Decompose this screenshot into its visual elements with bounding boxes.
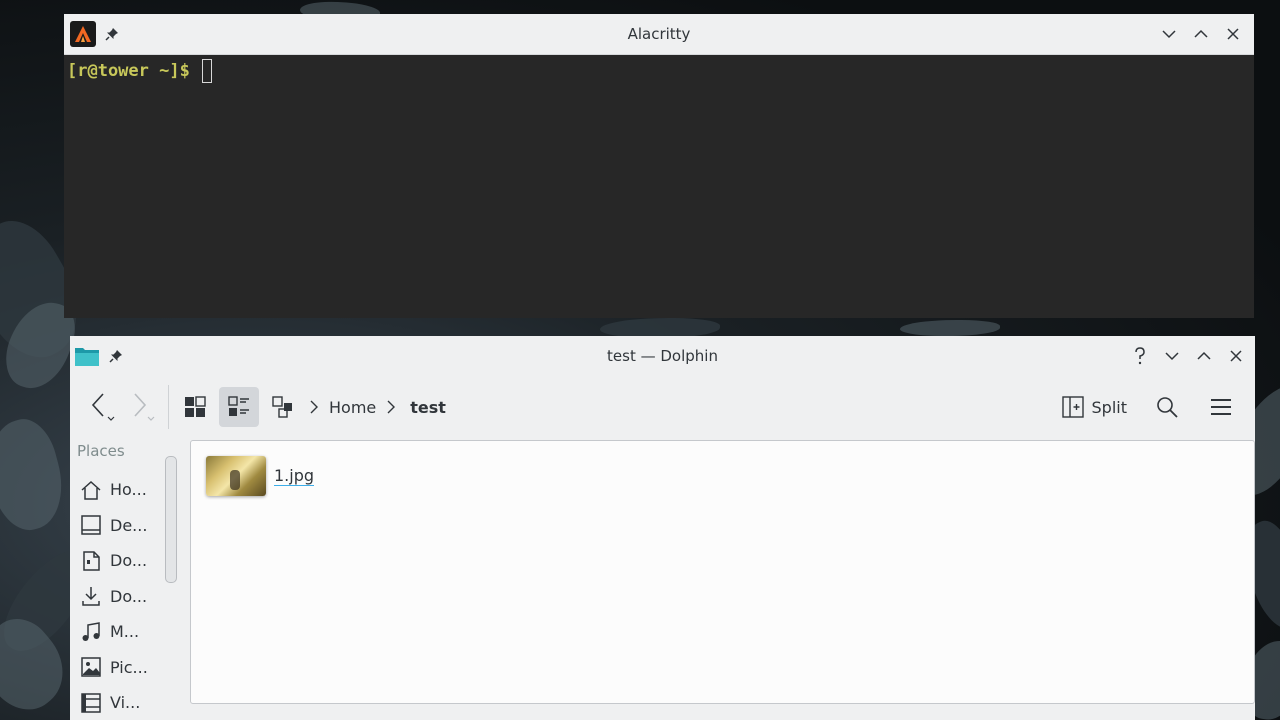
window-title: Alacritty: [627, 25, 691, 43]
hamburger-menu-icon: [1211, 399, 1231, 415]
terminal-area[interactable]: [r@tower ~]$: [64, 55, 1254, 87]
place-music[interactable]: M...: [70, 614, 180, 650]
place-downloads[interactable]: Do...: [70, 579, 180, 615]
videos-icon: [81, 693, 101, 713]
chevron-right-icon: [303, 399, 325, 415]
search-icon: [1157, 397, 1178, 418]
places-scrollbar[interactable]: [165, 456, 177, 583]
grid-view-icon: [185, 396, 206, 417]
place-desktop[interactable]: De...: [70, 508, 180, 544]
split-label: Split: [1091, 397, 1127, 417]
tree-view-icon: [272, 396, 292, 418]
desktop-icon: [81, 515, 101, 535]
arrow-right-icon: [134, 393, 155, 421]
alacritty-titlebar[interactable]: Alacritty: [64, 14, 1254, 55]
chevron-right-icon: [380, 399, 402, 415]
pictures-icon: [81, 657, 101, 677]
music-icon: [82, 621, 100, 641]
back-button[interactable]: [82, 387, 122, 427]
close-icon: [1227, 28, 1239, 40]
place-home[interactable]: Ho...: [70, 472, 180, 508]
menu-button[interactable]: [1201, 387, 1241, 427]
folder-app-icon[interactable]: [74, 343, 100, 369]
split-view-icon: [1061, 396, 1084, 418]
dolphin-window[interactable]: test — Dolphin Home test Split Places Ho…: [70, 336, 1255, 720]
help-button[interactable]: [1127, 343, 1153, 369]
home-icon: [81, 480, 101, 500]
places-title: Places: [77, 442, 125, 460]
place-videos[interactable]: Vi...: [70, 685, 180, 720]
breadcrumb-home[interactable]: Home: [325, 398, 380, 417]
close-button[interactable]: [1220, 21, 1246, 47]
chevron-up-icon: [1194, 29, 1208, 38]
details-view-button[interactable]: [263, 387, 303, 427]
main-toolbar: Home test Split: [70, 376, 1255, 438]
pin-icon[interactable]: [104, 26, 120, 42]
shell-prompt: [r@tower ~]$: [67, 61, 190, 81]
toolbar-separator: [168, 385, 169, 429]
chevron-down-icon: [1165, 352, 1179, 361]
file-name: 1.jpg: [274, 465, 315, 486]
alacritty-app-icon[interactable]: [70, 21, 96, 47]
file-item[interactable]: 1.jpg: [206, 456, 315, 496]
downloads-icon: [82, 587, 100, 606]
split-button[interactable]: Split: [1056, 392, 1133, 422]
maximize-button[interactable]: [1188, 21, 1214, 47]
pin-icon[interactable]: [108, 348, 124, 364]
close-icon: [1230, 350, 1242, 362]
chevron-down-icon: [1162, 30, 1176, 39]
image-thumbnail: [206, 456, 266, 496]
place-pictures[interactable]: Pic...: [70, 650, 180, 686]
arrow-left-icon: [91, 393, 115, 421]
chevron-up-icon: [1197, 351, 1211, 360]
terminal-cursor: [201, 59, 212, 83]
file-view[interactable]: 1.jpg: [190, 440, 1255, 704]
alacritty-window[interactable]: Alacritty [r@tower ~]$: [64, 14, 1254, 318]
compact-view-icon: [228, 396, 249, 416]
breadcrumb-current[interactable]: test: [406, 398, 450, 417]
window-title: test — Dolphin: [607, 347, 718, 365]
search-button[interactable]: [1147, 387, 1187, 427]
question-icon: [1135, 347, 1145, 365]
minimize-button[interactable]: [1159, 343, 1185, 369]
compact-view-button[interactable]: [219, 387, 259, 427]
minimize-button[interactable]: [1156, 21, 1182, 47]
place-documents[interactable]: Do...: [70, 543, 180, 579]
maximize-button[interactable]: [1191, 343, 1217, 369]
places-panel: Places Ho... De... Do... Do... M... Pic.…: [70, 442, 180, 720]
documents-icon: [83, 551, 100, 571]
dolphin-titlebar[interactable]: test — Dolphin: [70, 336, 1255, 376]
close-button[interactable]: [1223, 343, 1249, 369]
forward-button[interactable]: [122, 387, 162, 427]
icons-view-button[interactable]: [175, 387, 215, 427]
